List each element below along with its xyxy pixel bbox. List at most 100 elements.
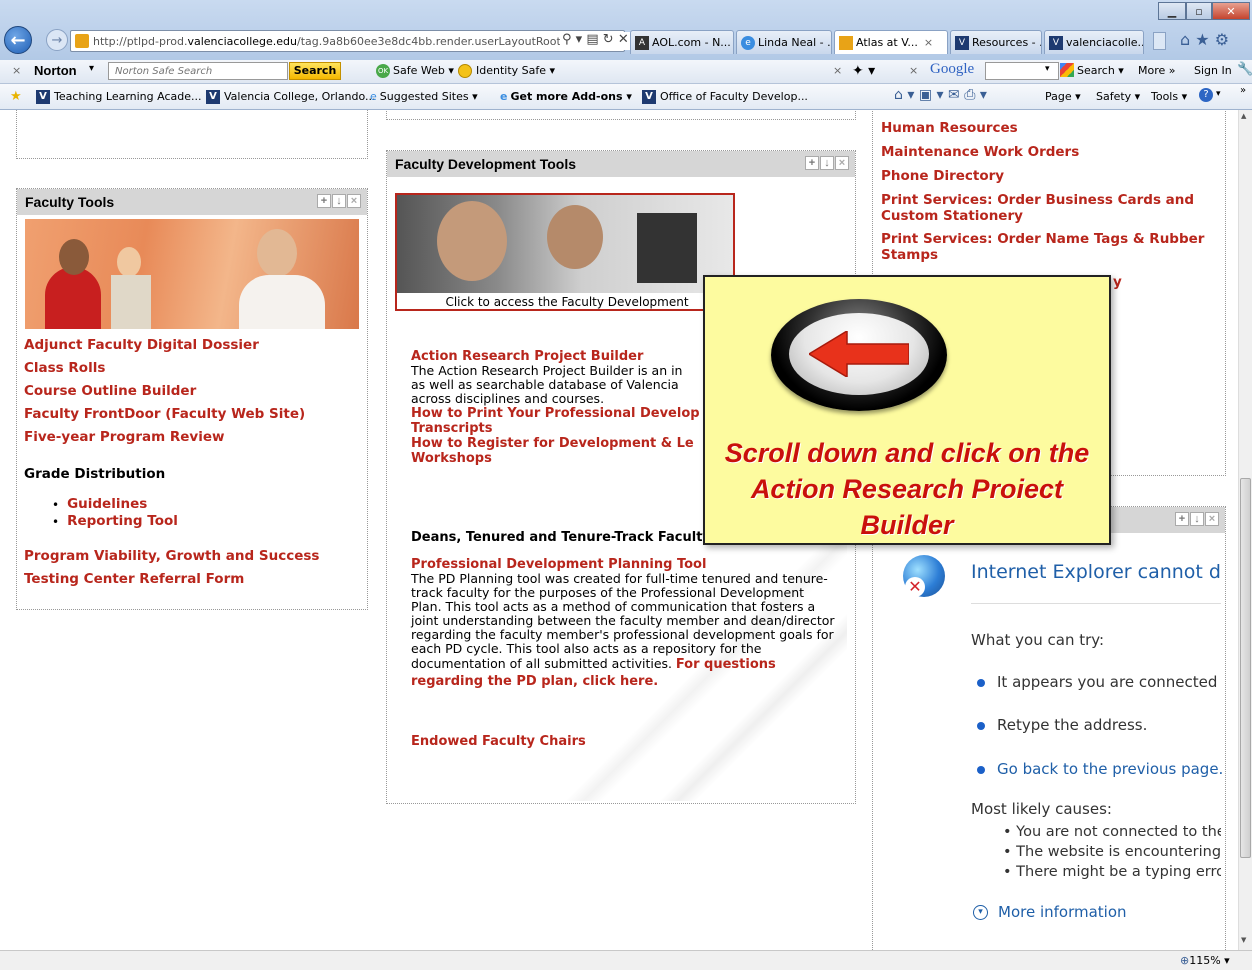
sign-in-link[interactable]: Sign In (1194, 64, 1232, 77)
vertical-scrollbar[interactable]: ▲ ▼ (1238, 110, 1252, 950)
site-favicon-icon (75, 34, 89, 48)
link-maintenance-orders[interactable]: Maintenance Work Orders (881, 144, 1221, 161)
bullet-icon (977, 765, 985, 774)
close-icon[interactable]: × (835, 156, 849, 170)
faculty-tools-links: Adjunct Faculty Digital Dossier Class Ro… (24, 337, 364, 588)
tools-gear-icon[interactable]: ⚙ (1215, 30, 1229, 49)
scroll-down-icon[interactable]: ▼ (1241, 936, 1250, 946)
address-bar[interactable]: http://ptlpd-prod. valenciacollege.edu/ta… (70, 30, 625, 52)
photo-face (437, 201, 507, 281)
chevron-right-icon[interactable]: » (1240, 85, 1246, 96)
favorite-teaching-learning[interactable]: V Teaching Learning Acade... (36, 90, 202, 104)
minimize-button[interactable]: ▁ (1158, 2, 1186, 20)
maximize-button[interactable]: ▫ (1186, 2, 1212, 20)
close-icon[interactable]: × (347, 194, 361, 208)
favorite-get-addons[interactable]: e Get more Add-ons ▾ (500, 90, 632, 103)
link-course-outline[interactable]: Course Outline Builder (24, 383, 364, 400)
link-program-review[interactable]: Five-year Program Review (24, 429, 364, 446)
google-search-button[interactable]: Search ▾ (1077, 64, 1124, 77)
link-partial[interactable]: y (1113, 274, 1122, 291)
link-phone-directory[interactable]: Phone Directory (881, 168, 1221, 185)
back-arrow-icon: ← (10, 29, 26, 51)
new-tab-button[interactable] (1153, 32, 1166, 50)
favorites-star-icon[interactable]: ★ (10, 89, 22, 104)
tab-close-icon[interactable]: × (924, 36, 933, 49)
link-faculty-frontdoor[interactable]: Faculty FrontDoor (Faculty Web Site) (24, 406, 364, 423)
stop-icon[interactable]: ✕ (618, 32, 629, 47)
scroll-up-icon[interactable]: ▲ (1241, 112, 1250, 122)
plus-icon[interactable]: + (317, 194, 331, 208)
more-information-item[interactable]: ▾ More information (973, 903, 1127, 921)
close-icon[interactable]: × (1205, 512, 1219, 526)
left-arrow-icon (809, 331, 909, 377)
link-program-viability[interactable]: Program Viability, Growth and Success (24, 548, 364, 565)
print-icon[interactable]: ⎙ (964, 87, 975, 103)
panel-remnant-middle (386, 110, 856, 120)
feeds-icon[interactable]: ▣ (919, 87, 932, 103)
fdt-banner-image[interactable]: Click to access the Faculty Development (395, 193, 735, 311)
link-class-rolls[interactable]: Class Rolls (24, 360, 364, 377)
link-pd-planning-tool[interactable]: Professional Development Planning Tool (411, 557, 835, 572)
favorite-office-faculty-dev[interactable]: V Office of Faculty Develop... (642, 90, 808, 104)
instruction-callout: Scroll down and click on the Action Rese… (703, 275, 1111, 545)
scroll-thumb[interactable] (1240, 478, 1251, 858)
compat-view-icon[interactable]: ▤ (586, 32, 598, 47)
favorites-star-icon[interactable]: ★ (1195, 30, 1209, 49)
tools-menu[interactable]: Tools ▾ (1151, 90, 1187, 103)
back-button[interactable]: ← (4, 26, 32, 54)
norton-search-button[interactable]: Search (289, 62, 341, 80)
search-icon[interactable]: ⚲ (562, 32, 572, 47)
link-print-name-tags[interactable]: Print Services: Order Name Tags & Rubber… (881, 231, 1221, 263)
close-window-button[interactable]: ✕ (1212, 2, 1250, 20)
link-guidelines[interactable]: Guidelines (67, 496, 147, 513)
arrow-down-icon[interactable]: ↓ (332, 194, 346, 208)
plus-icon[interactable]: + (1175, 512, 1189, 526)
toolbar-close-icon[interactable]: × (833, 64, 842, 77)
favorite-valencia-orlando[interactable]: V Valencia College, Orlando... (206, 90, 376, 104)
tab-valenciacollege[interactable]: Vvalenciacolle... (1044, 30, 1144, 54)
favorite-suggested-sites[interactable]: e Suggested Sites ▾ (370, 90, 478, 103)
forward-button[interactable]: → (46, 29, 68, 51)
tab-linda-neal[interactable]: e Linda Neal - ... (736, 30, 832, 54)
norton-close-icon[interactable]: × (12, 64, 21, 77)
norton-search-input[interactable] (108, 62, 288, 80)
link-print-business-cards[interactable]: Print Services: Order Business Cards and… (881, 192, 1221, 224)
safe-web-menu[interactable]: Safe Web ▾ (393, 64, 454, 77)
mail-icon[interactable]: ✉ (948, 87, 960, 103)
tab-aol[interactable]: A AOL.com - N... (630, 30, 734, 54)
google-close-icon[interactable]: × (909, 64, 918, 77)
link-go-back[interactable]: Go back to the previous page. (997, 760, 1223, 778)
globe-error-icon: ✕ (903, 555, 945, 597)
chevron-down-icon[interactable]: ▾ (1216, 89, 1221, 99)
cause-item: • The website is encountering (1003, 844, 1221, 860)
fdt-section-2: Professional Development Planning Tool T… (411, 557, 835, 690)
help-icon[interactable]: ? (1199, 88, 1213, 102)
wrench-icon[interactable]: 🔧 (1237, 62, 1252, 77)
plus-icon[interactable]: + (805, 156, 819, 170)
zoom-level: 115% (1189, 954, 1221, 967)
link-human-resources[interactable]: Human Resources (881, 120, 1221, 137)
panel-controls: + ↓ × (317, 194, 361, 208)
puzzle-addon-icon[interactable]: ✦ ▾ (852, 63, 875, 79)
causes-list: • You are not connected to the • The web… (1003, 822, 1221, 882)
link-adjunct-dossier[interactable]: Adjunct Faculty Digital Dossier (24, 337, 364, 354)
link-endowed-chairs[interactable]: Endowed Faculty Chairs (411, 733, 586, 750)
link-testing-center[interactable]: Testing Center Referral Form (24, 571, 364, 588)
arrow-down-icon[interactable]: ↓ (820, 156, 834, 170)
page-menu[interactable]: Page ▾ (1045, 90, 1081, 103)
refresh-icon[interactable]: ↻ (603, 32, 614, 47)
tab-atlas[interactable]: Atlas at V... × (834, 30, 948, 54)
tab-resources[interactable]: V Resources - ... (950, 30, 1042, 54)
norton-logo[interactable]: Norton (34, 63, 77, 78)
home-icon[interactable]: ⌂ (894, 87, 903, 103)
zoom-control[interactable]: ⊕115% ▾ (1180, 954, 1230, 967)
home-icon[interactable]: ⌂ (1180, 30, 1190, 49)
more-button[interactable]: More » (1138, 64, 1176, 77)
more-information-link[interactable]: More information (998, 903, 1127, 921)
chevron-down-icon[interactable]: ▾ (89, 63, 94, 74)
link-reporting-tool[interactable]: Reporting Tool (67, 513, 178, 530)
safety-menu[interactable]: Safety ▾ (1096, 90, 1140, 103)
arrow-down-icon[interactable]: ↓ (1190, 512, 1204, 526)
identity-safe-menu[interactable]: Identity Safe ▾ (476, 64, 555, 77)
chevron-down-icon[interactable]: ▾ (1045, 64, 1050, 74)
